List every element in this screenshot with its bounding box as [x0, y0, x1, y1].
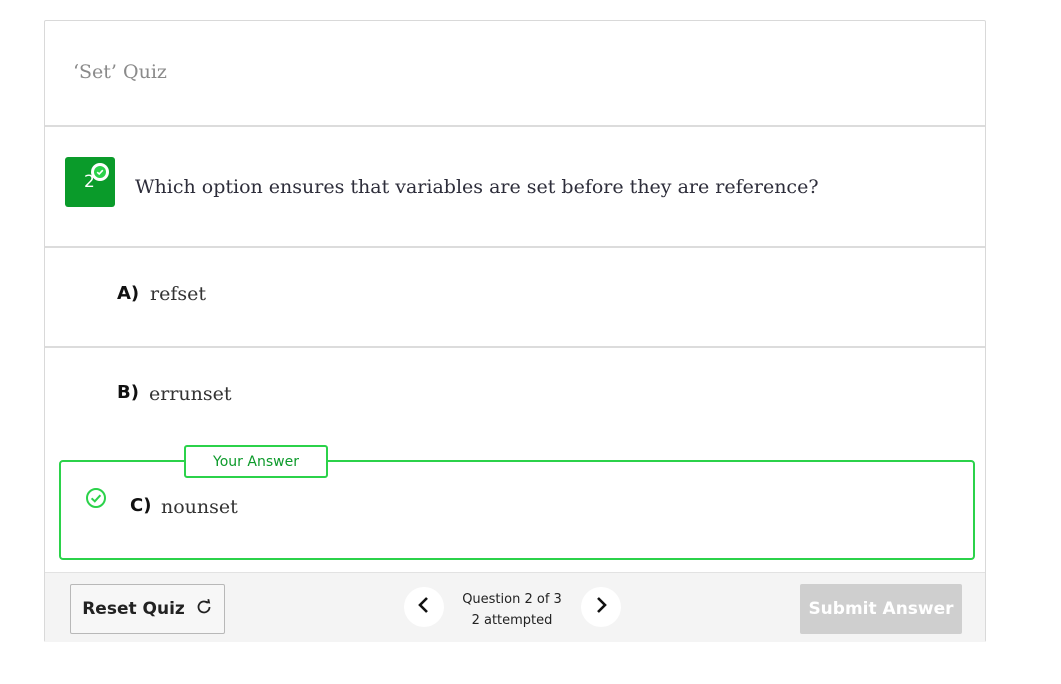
question-navigation-info: Question 2 of 3 2 attempted — [455, 589, 569, 631]
option-label: B) — [117, 382, 139, 403]
correct-check-icon — [85, 487, 107, 509]
option-text: errunset — [149, 383, 232, 405]
previous-question-button[interactable] — [404, 587, 444, 627]
chevron-right-icon — [594, 596, 608, 619]
divider — [45, 246, 985, 248]
option-text: refset — [150, 283, 206, 305]
option-label: C) — [130, 495, 152, 516]
question-number-badge: 2 — [65, 157, 115, 207]
submit-answer-button[interactable]: Submit Answer — [800, 584, 962, 634]
attempted-count: 2 attempted — [471, 613, 553, 628]
your-answer-tag: Your Answer — [184, 445, 328, 478]
quiz-card: ‘Set’ Quiz 2 Which option ensures that v… — [44, 20, 986, 642]
reset-quiz-button[interactable]: Reset Quiz — [70, 584, 225, 634]
option-label: A) — [117, 283, 140, 304]
reset-quiz-label: Reset Quiz — [82, 599, 185, 619]
divider — [45, 125, 985, 127]
question-text: Which option ensures that variables are … — [135, 176, 819, 198]
divider — [45, 346, 985, 348]
chevron-left-icon — [417, 596, 431, 619]
quiz-title: ‘Set’ Quiz — [73, 61, 167, 83]
next-question-button[interactable] — [581, 587, 621, 627]
option-text: nounset — [161, 496, 238, 518]
question-progress: Question 2 of 3 — [462, 592, 562, 607]
check-icon — [91, 163, 109, 181]
quiz-footer: Reset Quiz Question 2 of 3 2 attempted S… — [45, 572, 985, 642]
refresh-icon — [195, 598, 213, 621]
